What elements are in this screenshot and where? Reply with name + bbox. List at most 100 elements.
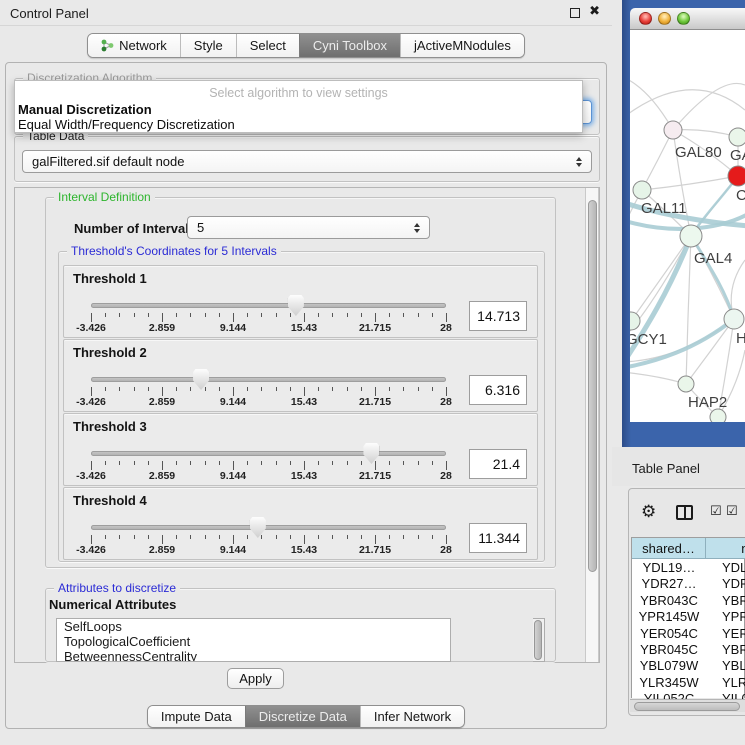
threshold-slider-track[interactable] — [91, 451, 446, 456]
table-row[interactable]: YBR043CYBR0 — [632, 593, 745, 609]
threshold-slider-track[interactable] — [91, 377, 446, 382]
network-node[interactable] — [729, 128, 745, 146]
tick-label: 9.144 — [203, 322, 263, 334]
cell-shared-name[interactable]: YER054C — [632, 626, 706, 642]
threshold-slider-track[interactable] — [91, 303, 446, 308]
column-header-shared-name[interactable]: shared… — [632, 538, 706, 559]
threshold-value-field[interactable]: 11.344 — [469, 523, 527, 553]
window-minimize-button[interactable] — [658, 12, 671, 25]
cell-shared-name[interactable]: YLR345W — [632, 675, 706, 691]
window-zoom-button[interactable] — [677, 12, 690, 25]
threshold-value-field[interactable]: 14.713 — [469, 301, 527, 331]
table-row[interactable]: YBR045CYBR0 — [632, 642, 745, 658]
bottom-tab-discretize-data[interactable]: Discretize Data — [245, 706, 360, 727]
scrollbar-thumb[interactable] — [534, 620, 542, 660]
cell-name[interactable]: YIL0 — [706, 691, 745, 699]
cell-shared-name[interactable]: YIL052C — [632, 691, 706, 699]
tick-label: 9.144 — [203, 544, 263, 556]
attribute-list-item[interactable]: TopologicalCoefficient — [57, 634, 450, 649]
threshold-value-field[interactable]: 21.4 — [469, 449, 527, 479]
cell-shared-name[interactable]: YBR045C — [632, 642, 706, 658]
tab-style[interactable]: Style — [180, 34, 236, 57]
checkbox-checked-icon[interactable]: ☑ — [710, 504, 722, 519]
bottom-tab-impute-data[interactable]: Impute Data — [148, 706, 245, 727]
tab-label: Infer Network — [374, 709, 451, 724]
network-node[interactable] — [728, 166, 745, 186]
threshold-slider-track[interactable] — [91, 525, 446, 530]
node-label: GAL80 — [675, 144, 722, 161]
tab-network[interactable]: Network — [88, 34, 180, 57]
network-view[interactable]: GAL80GACGAL11GAL4GCY1HHAP2 — [630, 30, 745, 422]
panel-title: Control Panel — [10, 6, 89, 21]
attribute-list-item[interactable]: BetweennessCentrality — [57, 649, 450, 662]
close-icon[interactable]: ✖ — [589, 4, 600, 19]
dropdown-option-equal-width[interactable]: Equal Width/Frequency Discretization — [18, 117, 235, 132]
cell-name[interactable]: YBR0 — [706, 593, 745, 609]
cell-name[interactable]: YLR3 — [706, 675, 745, 691]
numerical-attributes-label: Numerical Attributes — [49, 597, 176, 612]
node-label: GCY1 — [630, 331, 667, 348]
cell-shared-name[interactable]: YBL079W — [632, 658, 706, 674]
network-node[interactable] — [724, 309, 744, 329]
table-panel-title: Table Panel — [632, 461, 700, 476]
scrollbar-thumb[interactable] — [634, 702, 740, 711]
threshold-row: Threshold 4 -3.4262.8599.14415.4321.7152… — [63, 487, 538, 560]
cell-name[interactable]: YDL1 — [706, 560, 745, 576]
cell-shared-name[interactable]: YDR27… — [632, 576, 706, 592]
cell-name[interactable]: YPR1 — [706, 609, 745, 625]
network-node[interactable] — [633, 181, 651, 199]
cell-name[interactable]: YBL0 — [706, 658, 745, 674]
table-row[interactable]: YBL079WYBL0 — [632, 658, 745, 674]
table-data-combobox[interactable]: galFiltered.sif default node — [22, 150, 592, 173]
cell-name[interactable]: YBR0 — [706, 642, 745, 658]
network-node[interactable] — [630, 312, 640, 330]
column-header-name[interactable]: na — [706, 538, 745, 559]
numerical-attributes-list[interactable]: SelfLoopsTopologicalCoefficientBetweenne… — [56, 618, 451, 662]
scrollbar-thumb[interactable] — [588, 200, 597, 572]
tab-select[interactable]: Select — [236, 34, 299, 57]
cell-shared-name[interactable]: YPR145W — [632, 609, 706, 625]
bottom-tab-infer-network[interactable]: Infer Network — [360, 706, 464, 727]
table-row[interactable]: YPR145WYPR1 — [632, 609, 745, 625]
column-layout-icon[interactable] — [676, 505, 693, 520]
cell-shared-name[interactable]: YDL19… — [632, 560, 706, 576]
tick-label: 2.859 — [132, 544, 192, 556]
tab-label: Impute Data — [161, 709, 232, 724]
cell-shared-name[interactable]: YBR043C — [632, 593, 706, 609]
tick-label: 2.859 — [132, 322, 192, 334]
tab-cyni-toolbox[interactable]: Cyni Toolbox — [299, 34, 400, 57]
vertical-scrollbar[interactable] — [585, 188, 599, 662]
table-row[interactable]: YDR27…YDR2 — [632, 576, 745, 592]
table-row[interactable]: YIL052CYIL0 — [632, 691, 745, 699]
tab-label: Discretize Data — [259, 709, 347, 724]
settings-gear-icon[interactable]: ⚙ — [641, 502, 656, 522]
cell-name[interactable]: YDR2 — [706, 576, 745, 592]
number-of-intervals-combobox[interactable]: 5 — [187, 216, 430, 239]
table-row[interactable]: YLR345WYLR3 — [632, 675, 745, 691]
table-row[interactable]: YDL19…YDL1 — [632, 560, 745, 576]
attributes-list-scrollbar[interactable] — [533, 618, 545, 662]
checkbox-checked-icon[interactable]: ☑ — [726, 504, 738, 519]
apply-button[interactable]: Apply — [227, 668, 284, 689]
window-close-button[interactable] — [639, 12, 652, 25]
cell-name[interactable]: YER0 — [706, 626, 745, 642]
tick-label: 9.144 — [203, 396, 263, 408]
network-node[interactable] — [678, 376, 694, 392]
tick-label: 21.715 — [345, 470, 405, 482]
network-nodes[interactable] — [630, 121, 745, 422]
dropdown-option-manual[interactable]: Manual Discretization — [18, 102, 152, 117]
float-window-icon[interactable] — [570, 8, 580, 18]
tab-jactivemnodules[interactable]: jActiveMNodules — [400, 34, 524, 57]
threshold-value-field[interactable]: 6.316 — [469, 375, 527, 405]
table-row[interactable]: YER054CYER0 — [632, 626, 745, 642]
node-attribute-table[interactable]: shared… na YDL19…YDL1YDR27…YDR2YBR043CYB… — [631, 537, 745, 698]
tick-label: 15.43 — [274, 322, 334, 334]
dropdown-hint: Select algorithm to view settings — [15, 86, 582, 100]
horizontal-scrollbar[interactable] — [630, 699, 745, 712]
network-node[interactable] — [664, 121, 682, 139]
tick-label: 28 — [416, 322, 476, 334]
attribute-list-item[interactable]: SelfLoops — [57, 619, 450, 634]
network-node[interactable] — [680, 225, 702, 247]
network-window-titlebar[interactable] — [630, 8, 745, 30]
network-canvas[interactable]: GAL80GACGAL11GAL4GCY1HHAP2 — [630, 30, 745, 422]
